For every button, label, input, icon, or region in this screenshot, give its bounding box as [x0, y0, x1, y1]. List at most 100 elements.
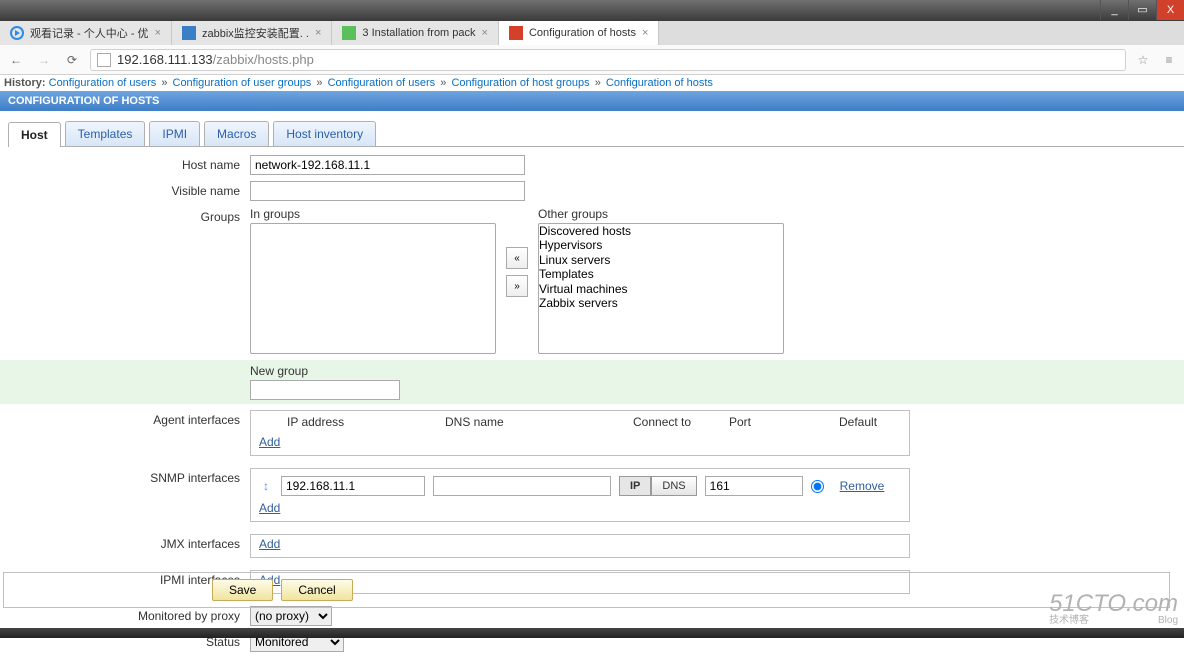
tab-host[interactable]: Host — [8, 122, 61, 147]
add-snmp-interface[interactable]: Add — [259, 501, 280, 515]
drag-handle-icon[interactable]: ↕ — [259, 479, 273, 493]
browser-tab-label: 3 Installation from pack — [362, 27, 475, 39]
ingroups-select[interactable] — [250, 223, 496, 354]
bookmark-icon[interactable]: ☆ — [1134, 53, 1152, 67]
close-icon[interactable]: × — [315, 27, 321, 39]
snmp-ip-input[interactable] — [281, 476, 425, 496]
tab-macros[interactable]: Macros — [204, 121, 269, 146]
hostname-label: Host name — [0, 155, 250, 172]
tab-ipmi[interactable]: IPMI — [149, 121, 200, 146]
visiblename-label: Visible name — [0, 181, 250, 198]
col-ip: IP address — [287, 415, 445, 429]
url-path: /zabbix/hosts.php — [213, 52, 314, 67]
breadcrumb-item[interactable]: Configuration of host groups — [451, 77, 589, 89]
snmp-interfaces-table: ↕ IP DNS Remove Add — [250, 468, 910, 522]
close-icon[interactable]: × — [642, 27, 648, 39]
agentif-label: Agent interfaces — [0, 410, 250, 427]
connect-to-toggle: IP DNS — [619, 476, 697, 496]
move-left-button[interactable]: « — [506, 247, 528, 269]
breadcrumb-sep: » — [316, 77, 322, 89]
jmxif-label: JMX interfaces — [0, 534, 250, 551]
breadcrumb-item[interactable]: Configuration of users — [328, 77, 436, 89]
reload-button[interactable]: ⟳ — [62, 50, 82, 70]
breadcrumb-item[interactable]: Configuration of hosts — [606, 77, 713, 89]
breadcrumb-item[interactable]: Configuration of user groups — [173, 77, 312, 89]
cancel-button[interactable]: Cancel — [281, 579, 352, 601]
add-jmx-interface[interactable]: Add — [259, 537, 280, 551]
favicon-icon — [10, 26, 24, 40]
remove-snmp-interface[interactable]: Remove — [840, 479, 885, 493]
snmp-port-input[interactable] — [705, 476, 803, 496]
window-control-group: _ ▭ X — [1100, 0, 1184, 20]
group-option[interactable]: Discovered hosts — [539, 224, 783, 238]
url-host: 192.168.111.133 — [117, 52, 213, 67]
newgroup-label: New group — [250, 364, 400, 378]
back-button[interactable]: ← — [6, 50, 26, 70]
close-icon[interactable]: × — [155, 27, 161, 39]
browser-tab[interactable]: 3 Installation from pack × — [332, 21, 499, 45]
form-footer: Save Cancel — [3, 572, 1170, 608]
breadcrumb-item[interactable]: Configuration of users — [49, 77, 157, 89]
favicon-icon — [342, 26, 356, 40]
connect-dns-button[interactable]: DNS — [651, 476, 696, 496]
favicon-icon — [509, 26, 523, 40]
move-right-button[interactable]: » — [506, 275, 528, 297]
agent-interfaces-table: IP address DNS name Connect to Port Defa… — [250, 410, 910, 456]
minimize-button[interactable]: _ — [1100, 0, 1128, 20]
monproxy-label: Monitored by proxy — [0, 606, 250, 623]
col-connect: Connect to — [633, 415, 729, 429]
url-input[interactable]: 192.168.111.133/zabbix/hosts.php — [90, 49, 1126, 71]
monitored-by-proxy-select[interactable]: (no proxy) — [250, 606, 332, 626]
favicon-icon — [182, 26, 196, 40]
form-tabs: Host Templates IPMI Macros Host inventor… — [8, 121, 1184, 147]
address-bar: ← → ⟳ 192.168.111.133/zabbix/hosts.php ☆… — [0, 45, 1184, 75]
breadcrumb-sep: » — [440, 77, 446, 89]
breadcrumb: History: Configuration of users » Config… — [0, 75, 1184, 91]
groups-label: Groups — [0, 207, 250, 224]
window-titlebar: _ ▭ X — [0, 0, 1184, 21]
col-default: Default — [839, 415, 877, 429]
group-option[interactable]: Zabbix servers — [539, 296, 783, 310]
breadcrumb-prefix: History: — [4, 77, 46, 89]
snmpif-label: SNMP interfaces — [0, 468, 250, 485]
breadcrumb-sep: » — [161, 77, 167, 89]
maximize-button[interactable]: ▭ — [1128, 0, 1156, 20]
page-icon — [97, 53, 111, 67]
browser-tabs: 观看记录 - 个人中心 - 优 × zabbix监控安装配置. . × 3 In… — [0, 21, 1184, 45]
breadcrumb-sep: » — [595, 77, 601, 89]
watermark: 51CTO.com 技术博客Blog — [1049, 592, 1178, 626]
close-button[interactable]: X — [1156, 0, 1184, 20]
menu-icon[interactable]: ≡ — [1160, 53, 1178, 67]
save-button[interactable]: Save — [212, 579, 273, 601]
snmp-default-radio[interactable] — [811, 480, 824, 493]
ingroups-label: In groups — [250, 207, 496, 221]
forward-button: → — [34, 50, 54, 70]
group-option[interactable]: Hypervisors — [539, 238, 783, 252]
col-dns: DNS name — [445, 415, 633, 429]
group-option[interactable]: Templates — [539, 267, 783, 281]
visiblename-input[interactable] — [250, 181, 525, 201]
group-option[interactable]: Linux servers — [539, 253, 783, 267]
othergroups-label: Other groups — [538, 207, 784, 221]
browser-tab-label: 观看记录 - 个人中心 - 优 — [30, 25, 149, 41]
watermark-text: 51CTO.com — [1049, 592, 1178, 616]
browser-tab[interactable]: 观看记录 - 个人中心 - 优 × — [0, 21, 172, 45]
add-agent-interface[interactable]: Add — [259, 435, 280, 449]
jmx-interfaces-table: Add — [250, 534, 910, 558]
browser-tab-label: Configuration of hosts — [529, 27, 636, 39]
tab-templates[interactable]: Templates — [65, 121, 146, 146]
taskbar[interactable] — [0, 628, 1184, 638]
col-port: Port — [729, 415, 839, 429]
connect-ip-button[interactable]: IP — [619, 476, 651, 496]
othergroups-select[interactable]: Discovered hosts Hypervisors Linux serve… — [538, 223, 784, 354]
browser-tab-active[interactable]: Configuration of hosts × — [499, 21, 659, 45]
group-option[interactable]: Virtual machines — [539, 282, 783, 296]
page-title: CONFIGURATION OF HOSTS — [0, 91, 1184, 111]
browser-tab[interactable]: zabbix监控安装配置. . × — [172, 21, 332, 45]
hostname-input[interactable] — [250, 155, 525, 175]
newgroup-input[interactable] — [250, 380, 400, 400]
close-icon[interactable]: × — [482, 27, 488, 39]
tab-host-inventory[interactable]: Host inventory — [273, 121, 376, 146]
browser-tab-label: zabbix监控安装配置. . — [202, 25, 309, 41]
snmp-dns-input[interactable] — [433, 476, 611, 496]
